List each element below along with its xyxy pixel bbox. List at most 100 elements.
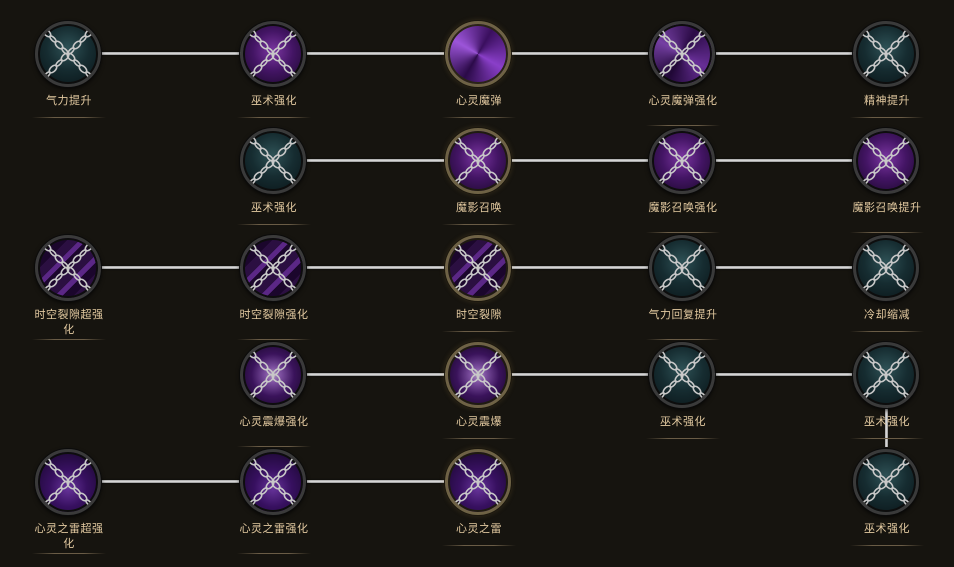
- sparkle-icon[interactable]: [35, 21, 101, 87]
- talent-label: 巫术强化: [660, 415, 706, 428]
- mind-blast-icon[interactable]: [445, 342, 511, 408]
- locked-chains-icon: [243, 131, 303, 191]
- talent-node-shikong-liexi-qianghua[interactable]: 时空裂隙强化: [229, 235, 319, 343]
- locked-chains-icon: [856, 452, 916, 512]
- label-underline: [850, 438, 924, 439]
- talent-node-wushu-qianghua-2[interactable]: 巫术强化: [229, 128, 319, 236]
- talent-label: 巫术强化: [864, 415, 910, 428]
- label-underline: [850, 331, 924, 332]
- locked-chains-icon: [652, 131, 712, 191]
- sparkle-icon[interactable]: [853, 21, 919, 87]
- locked-chains-icon: [243, 345, 303, 405]
- locked-chains-icon: [243, 238, 303, 298]
- talent-node-moying-zhaohuan-qianghua[interactable]: 魔影召唤强化: [638, 128, 728, 236]
- talent-node-xinling-modan[interactable]: 心灵魔弹: [434, 21, 524, 129]
- label-underline: [237, 117, 311, 118]
- mind-blast-icon[interactable]: [240, 342, 306, 408]
- talent-node-shikong-liexi[interactable]: 时空裂隙: [434, 235, 524, 343]
- talent-label: 心灵之雷: [456, 522, 502, 535]
- label-underline: [850, 545, 924, 546]
- mind-thunder-icon[interactable]: [445, 449, 511, 515]
- talent-node-xinling-zhenbao-qianghua[interactable]: 心灵震爆强化: [229, 342, 319, 450]
- mind-bullet-icon[interactable]: [445, 21, 511, 87]
- talent-label: 时空裂隙: [456, 308, 502, 321]
- label-underline: [442, 117, 516, 118]
- talent-node-xinling-zhenbao[interactable]: 心灵震爆: [434, 342, 524, 450]
- locked-chains-icon: [38, 24, 98, 84]
- locked-chains-icon: [448, 452, 508, 512]
- locked-chains-icon: [38, 238, 98, 298]
- time-rift-icon[interactable]: [35, 235, 101, 301]
- locked-chains-icon: [652, 238, 712, 298]
- label-underline: [850, 232, 924, 233]
- talent-label: 时空裂隙强化: [239, 308, 309, 321]
- locked-chains-icon: [652, 24, 712, 84]
- talent-node-wushu-qianghua-4[interactable]: 巫术强化: [842, 342, 932, 450]
- sparkle-icon[interactable]: [649, 235, 715, 301]
- talent-node-xinling-modan-qianghua[interactable]: 心灵魔弹强化: [638, 21, 728, 129]
- sparkle-icon[interactable]: [649, 342, 715, 408]
- talent-label: 气力回复提升: [648, 308, 718, 321]
- mind-bullet-icon[interactable]: [649, 21, 715, 87]
- talent-node-jingshen-tisheng[interactable]: 精神提升: [842, 21, 932, 129]
- talent-node-wushu-qianghua-3[interactable]: 巫术强化: [638, 342, 728, 450]
- talent-node-moying-zhaohuan-tisheng[interactable]: 魔影召唤提升: [842, 128, 932, 236]
- talent-label: 心灵魔弹强化: [648, 94, 718, 107]
- sparkle-icon[interactable]: [853, 342, 919, 408]
- label-underline: [646, 232, 720, 233]
- talent-label: 时空裂隙超强化: [34, 308, 104, 336]
- label-underline: [850, 117, 924, 118]
- label-underline: [442, 545, 516, 546]
- talent-label: 冷却缩减: [864, 308, 910, 321]
- talent-node-xinling-zhilei-qianghua[interactable]: 心灵之雷强化: [229, 449, 319, 557]
- label-underline: [32, 117, 106, 118]
- mind-thunder-icon[interactable]: [240, 449, 306, 515]
- label-underline: [237, 339, 311, 340]
- talent-node-qili-tisheng[interactable]: 气力提升: [24, 21, 114, 129]
- talent-node-wushu-qianghua-5[interactable]: 巫术强化: [842, 449, 932, 557]
- sparkle-icon[interactable]: [853, 449, 919, 515]
- locked-chains-icon: [448, 131, 508, 191]
- shadow-summon-icon[interactable]: [649, 128, 715, 194]
- talent-label: 心灵震爆强化: [239, 415, 309, 428]
- talent-node-wushu-qianghua[interactable]: 巫术强化: [229, 21, 319, 129]
- label-underline: [442, 224, 516, 225]
- locked-chains-icon: [243, 452, 303, 512]
- mind-thunder-icon[interactable]: [35, 449, 101, 515]
- connector-r4: [306, 373, 858, 376]
- label-underline: [237, 224, 311, 225]
- talent-node-xinling-zhilei[interactable]: 心灵之雷: [434, 449, 524, 557]
- talent-label: 气力提升: [46, 94, 92, 107]
- locked-chains-icon: [38, 452, 98, 512]
- locked-chains-icon: [652, 345, 712, 405]
- label-underline: [442, 438, 516, 439]
- label-underline: [237, 446, 311, 447]
- locked-chains-icon: [448, 345, 508, 405]
- time-rift-icon[interactable]: [240, 235, 306, 301]
- time-rift-icon[interactable]: [445, 235, 511, 301]
- talent-node-xinling-zhilei-chaoqianghua[interactable]: 心灵之雷超强化: [24, 449, 114, 557]
- talent-node-shikong-liexi-chaoqianghua[interactable]: 时空裂隙超强化: [24, 235, 114, 343]
- label-underline: [442, 331, 516, 332]
- talent-label: 魔影召唤: [456, 201, 502, 214]
- talent-node-lengque-suojian[interactable]: 冷却缩减: [842, 235, 932, 343]
- talent-tree: 气力提升 巫术强化 心灵魔弹 心灵魔弹强化 精神提升 巫术强化 魔影召唤 魔影召…: [0, 0, 954, 567]
- sparkle-icon[interactable]: [240, 128, 306, 194]
- sorcery-orb-icon[interactable]: [240, 21, 306, 87]
- talent-label: 心灵之雷超强化: [34, 522, 104, 550]
- locked-chains-icon: [856, 131, 916, 191]
- shadow-summon-icon[interactable]: [853, 128, 919, 194]
- talent-label: 心灵魔弹: [456, 94, 502, 107]
- sparkle-icon[interactable]: [853, 235, 919, 301]
- label-underline: [646, 438, 720, 439]
- shadow-summon-icon[interactable]: [445, 128, 511, 194]
- talent-node-moying-zhaohuan[interactable]: 魔影召唤: [434, 128, 524, 236]
- label-underline: [237, 553, 311, 554]
- talent-label: 魔影召唤强化: [648, 201, 718, 214]
- talent-node-qili-huifu-tisheng[interactable]: 气力回复提升: [638, 235, 728, 343]
- label-underline: [32, 339, 106, 340]
- talent-label: 巫术强化: [251, 201, 297, 214]
- talent-label: 巫术强化: [251, 94, 297, 107]
- talent-label: 巫术强化: [864, 522, 910, 535]
- talent-label: 心灵震爆: [456, 415, 502, 428]
